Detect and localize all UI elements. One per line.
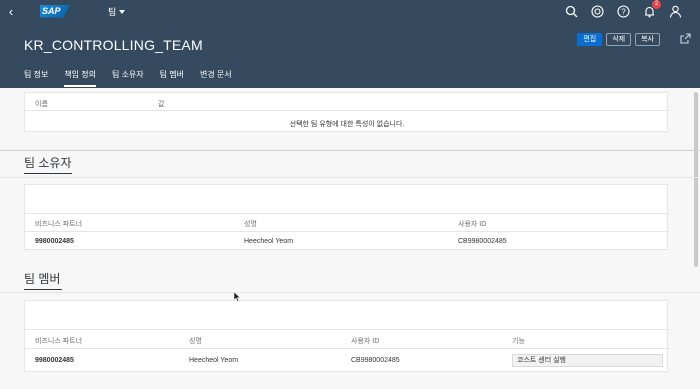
empty-message: 선택한 팀 유형에 대한 특성이 없습니다. xyxy=(289,121,405,128)
column-header-name: 성명 xyxy=(244,221,257,228)
shell-bar: ‹ SAP 팀 ? 2 xyxy=(0,0,700,22)
copy-button[interactable]: 복사 xyxy=(635,33,660,46)
user-icon[interactable] xyxy=(669,5,682,18)
search-icon[interactable] xyxy=(565,5,578,18)
chevron-down-icon xyxy=(119,10,126,15)
tab-team-owner[interactable]: 팀 소유자 xyxy=(112,69,144,87)
user-id-value: CB9980002485 xyxy=(458,238,507,245)
mouse-cursor-icon xyxy=(234,292,241,302)
tab-responsibility[interactable]: 책임 정의 xyxy=(64,69,96,87)
table-row[interactable]: 9980002485 Heecheol Yeom CB9980002485 코스… xyxy=(25,350,669,372)
section-underline xyxy=(24,289,62,290)
back-button[interactable]: ‹ xyxy=(0,4,22,19)
svg-text:?: ? xyxy=(621,7,626,16)
tab-bar: 팀 정보 책임 정의 팀 소유자 팀 멤버 변경 문서 xyxy=(24,69,232,87)
bp-value: 9980002485 xyxy=(35,238,74,245)
column-header-name: 이름 xyxy=(35,101,48,108)
tab-change-documents[interactable]: 변경 문서 xyxy=(200,69,232,87)
column-header-bp: 비즈니스 파트너 xyxy=(35,338,83,345)
column-header-value: 값 xyxy=(158,101,165,108)
column-header-name: 성명 xyxy=(189,338,202,345)
user-id-value: CB9980002485 xyxy=(351,357,400,364)
divider xyxy=(0,177,700,178)
tab-team-member[interactable]: 팀 멤버 xyxy=(160,69,184,87)
bp-value: 9980002485 xyxy=(35,357,74,364)
name-value: Heecheol Yeom xyxy=(244,238,294,245)
copilot-icon[interactable] xyxy=(591,4,604,18)
app-title: 팀 xyxy=(108,6,117,17)
section-title-members: 팀 멤버 xyxy=(24,272,61,286)
divider xyxy=(0,292,700,293)
help-icon[interactable]: ? xyxy=(617,4,630,18)
owners-table: 비즈니스 파트너 성명 사용자 ID 9980002485 Heecheol Y… xyxy=(24,184,669,251)
members-table: 비즈니스 파트너 성명 사용자 ID 기능 9980002485 Heecheo… xyxy=(24,300,669,372)
column-header-user-id: 사용자 ID xyxy=(458,221,487,228)
scrollbar[interactable] xyxy=(694,92,698,267)
section-title-owners: 팀 소유자 xyxy=(24,156,72,170)
responsibility-table: 이름 값 선택한 팀 유형에 대한 특성이 없습니다. xyxy=(24,92,669,132)
notification-badge: 2 xyxy=(652,0,661,9)
app-title-menu[interactable]: 팀 xyxy=(108,5,126,18)
divider xyxy=(0,150,700,151)
object-header: KR_CONTROLLING_TEAM 편집 삭제 복사 팀 정보 책임 정의 … xyxy=(0,22,700,88)
share-icon[interactable] xyxy=(679,32,692,45)
delete-button[interactable]: 삭제 xyxy=(606,33,632,46)
column-header-user-id: 사용자 ID xyxy=(351,338,380,345)
column-header-function: 기능 xyxy=(512,338,525,345)
edit-button[interactable]: 편집 xyxy=(577,33,603,46)
section-underline xyxy=(24,173,72,174)
sap-logo[interactable]: SAP xyxy=(40,4,70,18)
function-field[interactable]: 코스트 센터 실행 xyxy=(512,354,663,367)
notifications-icon[interactable]: 2 xyxy=(643,0,661,18)
page-title: KR_CONTROLLING_TEAM xyxy=(24,37,203,53)
name-value: Heecheol Yeom xyxy=(189,357,239,364)
column-header-bp: 비즈니스 파트너 xyxy=(35,221,83,228)
table-row[interactable]: 9980002485 Heecheol Yeom CB9980002485 xyxy=(25,233,669,251)
tab-team-info[interactable]: 팀 정보 xyxy=(24,69,48,87)
